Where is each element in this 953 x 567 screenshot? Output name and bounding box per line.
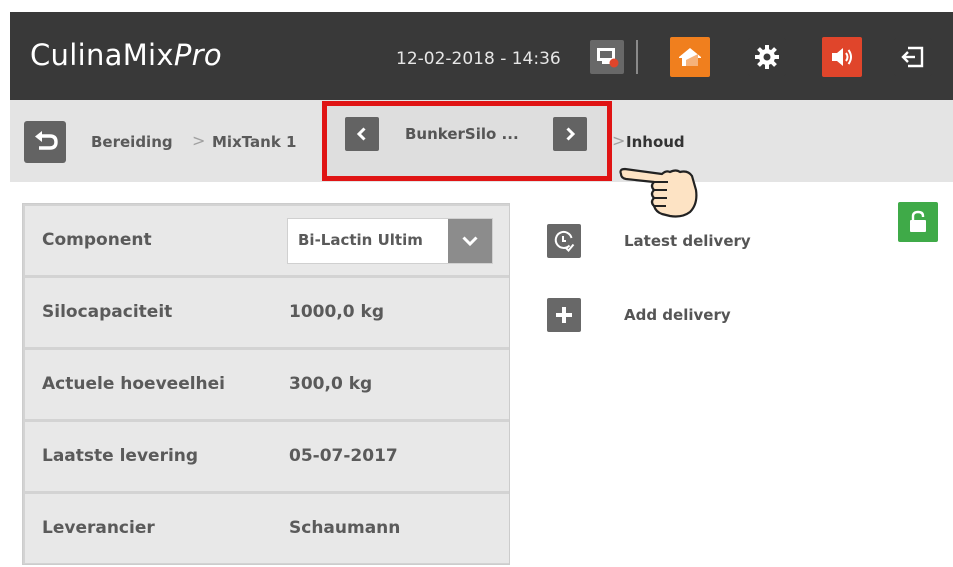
logout-icon <box>901 46 924 68</box>
app-name: CulinaMix <box>30 38 174 72</box>
next-silo-button[interactable] <box>553 117 587 151</box>
back-arrow-icon <box>35 131 58 150</box>
property-label: Laatste levering <box>42 446 199 466</box>
add-delivery-action[interactable]: Add delivery <box>547 298 807 338</box>
speaker-icon <box>832 48 852 66</box>
silo-selector-label[interactable]: BunkerSilo ... <box>405 125 519 143</box>
back-button[interactable] <box>24 121 66 163</box>
latest-delivery-button[interactable] <box>547 224 581 258</box>
property-label: Component <box>42 230 152 250</box>
unlocked-padlock-icon <box>910 210 926 232</box>
property-value: 300,0 kg <box>289 374 373 394</box>
sound-button[interactable] <box>822 37 862 77</box>
property-row-actuele-hoeveelheid: Actuele hoeveelhei 300,0 kg <box>25 350 509 419</box>
property-label: Silocapaciteit <box>42 302 173 322</box>
add-delivery-label[interactable]: Add delivery <box>624 306 731 324</box>
property-value: 05-07-2017 <box>289 446 398 466</box>
pointing-hand-icon <box>619 167 698 218</box>
home-icon <box>679 48 701 66</box>
add-delivery-button[interactable] <box>547 298 581 332</box>
breadcrumb-current: Inhoud <box>626 133 685 151</box>
app-name-suffix: Pro <box>173 38 222 72</box>
latest-delivery-label[interactable]: Latest delivery <box>624 232 751 250</box>
screen-status-button[interactable] <box>590 40 624 74</box>
chevron-right-icon <box>566 127 576 141</box>
screen-warning-icon <box>597 48 619 68</box>
top-bar: CulinaMixPro 12-02-2018 - 14:36 <box>10 12 953 100</box>
clock-check-icon <box>554 231 575 252</box>
property-row-laatste-levering: Laatste levering 05-07-2017 <box>25 422 509 491</box>
breadcrumb-separator: > <box>612 131 626 150</box>
plus-icon <box>556 307 572 323</box>
breadcrumb-item-bereiding[interactable]: Bereiding <box>91 133 173 151</box>
dropdown-toggle[interactable] <box>448 219 492 263</box>
component-dropdown[interactable]: Bi-Lactin Ultim <box>287 218 493 264</box>
silo-selector: BunkerSilo ... <box>322 101 612 181</box>
settings-button[interactable] <box>748 38 786 76</box>
gear-icon <box>755 45 779 69</box>
property-row-leverancier: Leverancier Schaumann <box>25 494 509 563</box>
app-window: CulinaMixPro 12-02-2018 - 14:36 Bereidin… <box>0 0 953 567</box>
silo-properties-table: Component Bi-Lactin Ultim Silocapaciteit… <box>22 203 510 565</box>
property-value: 1000,0 kg <box>289 302 384 322</box>
component-dropdown-value: Bi-Lactin Ultim <box>298 231 423 249</box>
logout-button[interactable] <box>894 38 932 76</box>
property-label: Leverancier <box>42 518 155 538</box>
home-button[interactable] <box>670 37 710 77</box>
chevron-down-icon <box>462 236 478 247</box>
lock-button[interactable] <box>898 202 938 242</box>
datetime-display: 12-02-2018 - 14:36 <box>396 49 561 69</box>
breadcrumb-separator: > <box>192 131 206 150</box>
previous-silo-button[interactable] <box>345 117 379 151</box>
latest-delivery-action[interactable]: Latest delivery <box>547 224 807 264</box>
property-row-silocapaciteit: Silocapaciteit 1000,0 kg <box>25 278 509 347</box>
app-title: CulinaMixPro <box>30 38 222 72</box>
property-value: Schaumann <box>289 518 401 538</box>
property-label: Actuele hoeveelhei <box>42 374 226 394</box>
chevron-left-icon <box>356 127 366 141</box>
property-row-component: Component Bi-Lactin Ultim <box>25 206 509 275</box>
breadcrumb-item-mixtank[interactable]: MixTank 1 <box>212 133 296 151</box>
toolbar-divider <box>636 40 638 74</box>
